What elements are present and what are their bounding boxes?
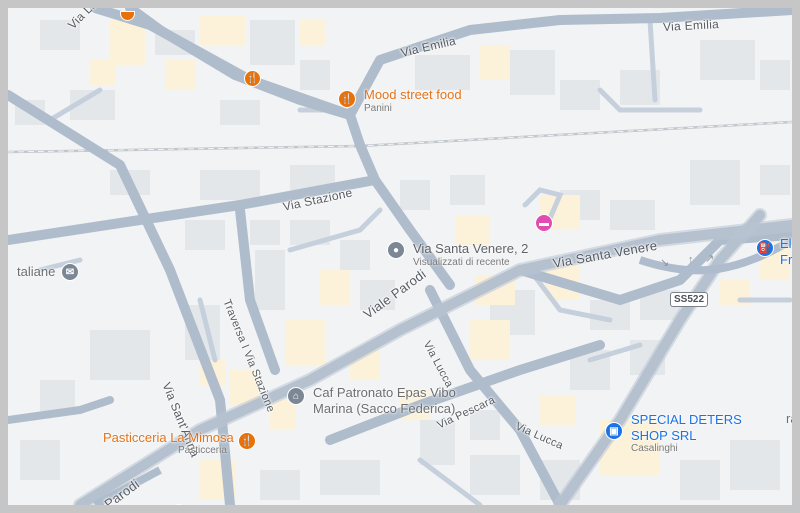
poi-elle-line1[interactable]: Elle <box>780 236 792 251</box>
poi-pasticceria-category: Pasticceria <box>178 445 227 456</box>
map-view[interactable]: Via Lazio Via Emilia Via Emilia Via Staz… <box>0 0 800 513</box>
fuel-station-icon[interactable]: ⛽ <box>756 239 774 257</box>
road-label-via-emilia-2: Via Emilia <box>662 17 720 34</box>
poi-special-deters-line1[interactable]: SPECIAL DETERS <box>631 412 742 427</box>
building-icon[interactable]: ⌂ <box>287 387 305 405</box>
poi-elle-line2[interactable]: Fra <box>780 252 792 267</box>
envelope-icon[interactable]: ✉ <box>61 263 79 281</box>
one-way-arrow-icon: ↘ <box>660 257 670 269</box>
shopping-bag-icon[interactable]: ▣ <box>605 422 623 440</box>
fork-knife-icon[interactable]: 🍴 <box>338 90 356 108</box>
poi-edge-fragment: ra <box>786 411 798 426</box>
poi-special-deters-line2[interactable]: SHOP SRL <box>631 428 697 443</box>
fork-knife-icon[interactable]: 🍴 <box>244 70 261 87</box>
poi-special-deters-category: Casalinghi <box>631 443 678 454</box>
poi-poste-italiane[interactable]: taliane <box>17 264 55 279</box>
poi-mood-street-food[interactable]: Mood street food <box>364 87 462 102</box>
fork-knife-icon[interactable]: 🍴 <box>238 432 256 450</box>
selected-address-label[interactable]: Via Santa Venere, 2 <box>413 241 528 256</box>
location-pin-icon[interactable]: ● <box>387 241 405 259</box>
road-shield-ss522[interactable]: SS522 <box>670 292 709 307</box>
poi-patronato-line1[interactable]: Caf Patronato Epas Vibo <box>313 385 456 400</box>
bed-icon[interactable]: ▬ <box>535 214 553 232</box>
poi-pasticceria-la-mimosa[interactable]: Pasticceria La Mimosa <box>103 430 234 445</box>
shopping-cart-icon[interactable]: 🛒 <box>170 504 188 505</box>
one-way-arrow-icon: ↑ <box>688 254 694 266</box>
poi-mood-category: Panini <box>364 103 392 114</box>
poi-oli-discount[interactable]: OLI Discount <box>198 504 273 505</box>
one-way-arrow-icon: ↗ <box>705 253 715 265</box>
selected-address-note: Visualizzati di recente <box>413 257 510 268</box>
poi-patronato-line2[interactable]: Marina (Sacco Federica) <box>313 401 455 416</box>
